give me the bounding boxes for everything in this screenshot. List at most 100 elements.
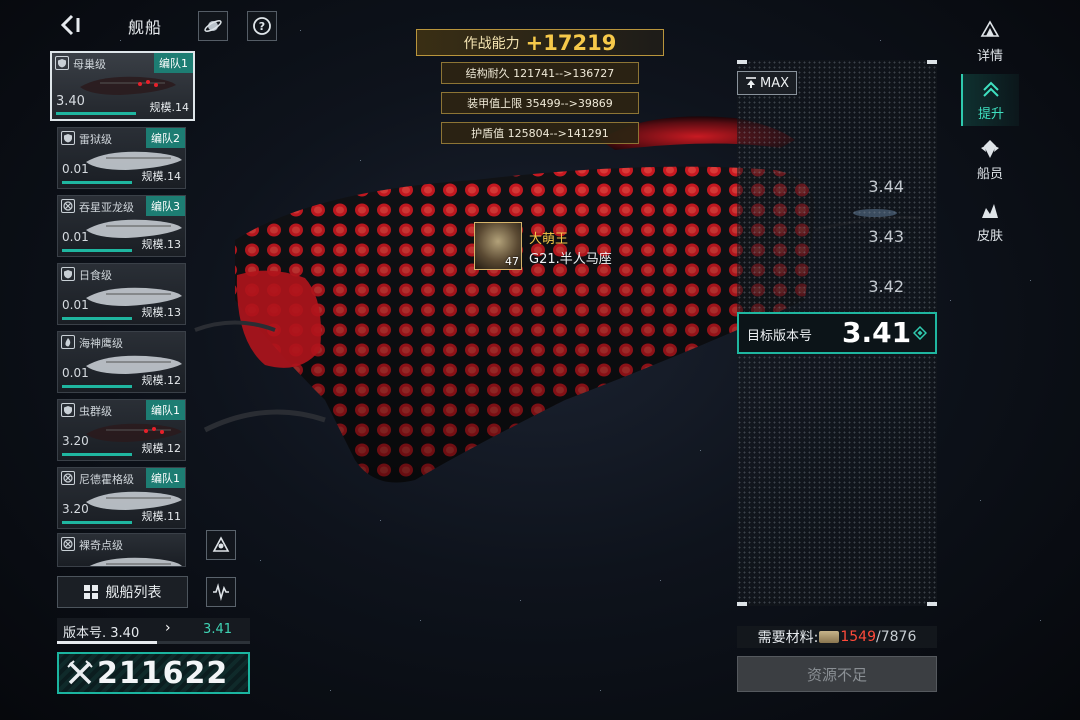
materials-label: 需要材料: [757,630,819,646]
stat-structure: 结构耐久 121741-->136727 [441,62,639,84]
material-ingot-icon [819,631,840,643]
ship-progress-bar [56,112,136,115]
combat-power-value: +17219 [525,30,617,55]
version-option[interactable]: 3.42 [868,277,904,296]
nav-crew-label: 船员 [976,167,1003,182]
total-power-value: 211622 [97,655,229,691]
ship-card[interactable]: 日食级 0.01 规模.13 [57,263,186,325]
stats-button[interactable] [206,577,236,607]
ship-scale: 规模.12 [141,442,182,455]
current-version: 版本号. 3.40 [63,626,140,641]
target-version-value: 3.41 [842,316,912,349]
page-title: 舰船 [128,18,163,37]
ship-progress-bar [62,181,132,184]
stat-armor: 装甲值上限 35499-->39869 [441,92,639,114]
ship-class-icon [55,56,69,70]
ship-card[interactable]: 雷狱级 编队2 0.01 规模.14 [57,127,186,189]
nav-crew[interactable]: 船员 [961,134,1019,186]
ship-class-icon [61,335,75,349]
target-version-box[interactable]: 目标版本号 3.41 [737,312,937,354]
back-button[interactable] [58,12,84,38]
ship-version: 3.40 [56,94,85,109]
ship-card[interactable]: 虫群级 编队1 3.20 规模.12 [57,399,186,461]
chevron-right-icon: › [165,620,171,636]
max-button[interactable]: MAX [737,71,797,95]
commander-level: 47 [505,255,519,268]
ship-progress-bar [62,453,132,456]
ship-card[interactable]: 吞星亚龙级 编队3 0.01 规模.13 [57,195,186,257]
ship-scale: 规模.14 [149,101,190,114]
ship-scale: 规模.13 [141,306,182,319]
ship-list-button[interactable]: 舰船列表 [57,576,188,608]
help-button[interactable]: ? [247,11,277,41]
ship-thumbnail [80,76,176,95]
ship-progress-bar [62,249,132,252]
max-button-label: MAX [759,75,789,91]
total-power-box: 211622 [57,652,250,694]
details-icon [980,20,1000,37]
ship-card[interactable]: 母巢级 编队1 3.40 规模.14 [50,51,195,121]
commander-name: 大萌王 [529,232,569,247]
ship-version: 3.20 [62,434,89,448]
ship-class-icon [61,131,75,145]
commander-galaxy: G21.半人马座 [529,252,612,267]
ship-scale: 规模.14 [141,170,182,183]
nav-upgrade-label: 提升 [977,107,1004,122]
commander-tag[interactable]: 47 大萌王 G21.半人马座 [474,222,612,270]
crew-icon [981,140,999,158]
formation-button[interactable] [206,530,236,560]
target-version-label: 目标版本号 [747,329,813,344]
ship-progress-bar [62,385,132,388]
ship-card[interactable]: 尼德霍格级 编队1 3.20 规模.11 [57,467,186,529]
upgrade-button-disabled[interactable]: 资源不足 [737,656,937,692]
version-row: 版本号. 3.40 › 3.41 [57,618,250,644]
combat-power-bar: 作战能力 +17219 [416,29,664,56]
stat-shield: 护盾值 125804-->141291 [441,122,639,144]
ship-progress-bar [62,317,132,320]
ship-version: 0.01 [62,366,89,380]
ship-class-icon [61,537,75,551]
waveform-icon [213,583,229,602]
nav-skin[interactable]: 皮肤 [961,196,1019,248]
upgrade-icon [983,81,999,97]
ship-thumbnail [89,557,182,566]
grid-icon [83,585,98,599]
commander-avatar: 47 [474,222,522,270]
crossed-swords-icon [67,660,93,685]
max-arrow-icon [745,77,756,88]
materials-need: /7876 [876,629,917,645]
ship-version: 0.01 [62,298,89,312]
ship-progress-bar [62,521,132,524]
nav-details-label: 详情 [976,49,1003,64]
ship-class-icon [61,471,75,485]
diamond-icon [913,326,927,340]
version-option[interactable]: 3.43 [868,227,904,246]
svg-text:?: ? [259,20,265,33]
next-version: 3.41 [203,622,232,637]
ship-scale: 规模.12 [141,374,182,387]
version-progress [57,641,157,644]
ship-scale: 规模.13 [141,238,182,251]
nav-details[interactable]: 详情 [961,16,1019,68]
ship-class-icon [61,267,75,281]
help-icon: ? [253,17,271,35]
ship-list-button-label: 舰船列表 [105,585,162,601]
ship-scale: 规模.11 [141,510,182,523]
materials-have: 1549 [840,629,876,645]
galaxy-button[interactable] [198,11,228,41]
ship-version: 3.20 [62,502,89,516]
ship-class-icon [61,199,75,213]
skin-icon [982,204,998,218]
ship-card[interactable]: 海神鹰级 0.01 规模.12 [57,331,186,393]
back-arrow-icon [60,14,80,36]
version-option[interactable]: 3.44 [868,177,904,196]
ship-version: 0.01 [62,230,89,244]
nav-upgrade[interactable]: 提升 [961,74,1019,126]
required-materials: 需要材料: 1549 /7876 [737,626,937,648]
formation-icon [212,536,230,552]
ship-card[interactable]: 裸奇点级 [57,533,186,567]
planet-icon [204,20,222,32]
combat-power-label: 作战能力 [463,35,520,52]
nav-skin-label: 皮肤 [976,229,1003,244]
ship-class-icon [61,403,75,417]
